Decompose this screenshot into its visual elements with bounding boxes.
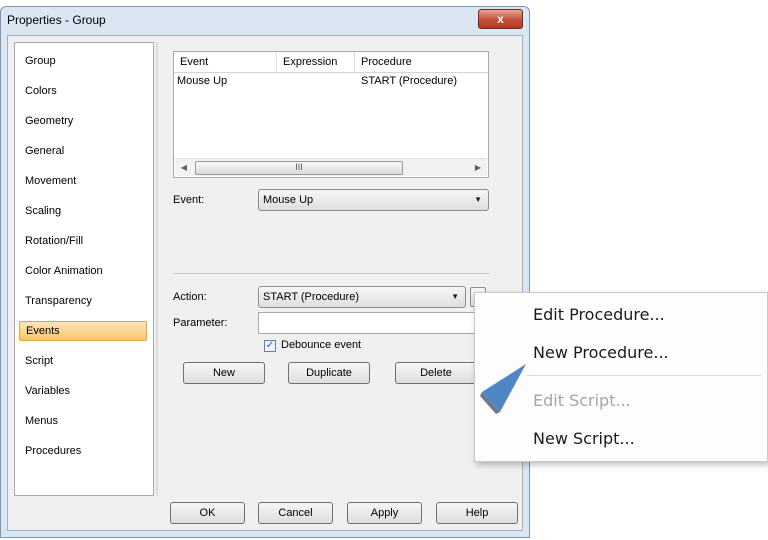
nav-item-script[interactable]: Script [19,351,147,371]
events-table-header: Event Expression Procedure [174,52,488,73]
category-list: Group Colors Geometry General Movement S… [14,42,154,496]
event-dropdown-value: Mouse Up [263,194,314,206]
menu-item-new-script[interactable]: New Script... [533,429,635,448]
section-divider [173,273,489,274]
new-button[interactable]: New [183,362,265,384]
ok-button[interactable]: OK [170,502,245,524]
nav-item-menus[interactable]: Menus [19,411,147,431]
menu-item-edit-script: Edit Script... [533,391,631,410]
column-header-event[interactable]: Event [174,52,277,72]
close-icon: x [497,12,504,26]
chevron-left-icon[interactable]: ◀ [177,159,191,176]
nav-item-procedures[interactable]: Procedures [19,441,147,461]
duplicate-button[interactable]: Duplicate [288,362,370,384]
close-button[interactable]: x [478,9,523,29]
panel-splitter[interactable] [156,42,158,496]
properties-dialog: Properties - Group x Group Colors Geomet… [0,6,530,538]
parameter-label: Parameter: [173,317,228,329]
cancel-button[interactable]: Cancel [258,502,333,524]
nav-item-group[interactable]: Group [19,51,147,71]
action-dropdown-value: START (Procedure) [263,291,359,303]
chevron-right-icon[interactable]: ▶ [471,159,485,176]
nav-item-events[interactable]: Events [19,321,147,341]
chevron-down-icon: ▼ [451,292,459,301]
event-dropdown[interactable]: Mouse Up ▼ [258,189,489,211]
cell-expression [277,72,280,90]
title-bar[interactable]: Properties - Group x [1,7,529,35]
nav-item-geometry[interactable]: Geometry [19,111,147,131]
delete-button[interactable]: Delete [395,362,477,384]
nav-item-movement[interactable]: Movement [19,171,147,191]
dialog-body: Group Colors Geometry General Movement S… [7,35,523,531]
debounce-label: Debounce event [281,339,362,351]
parameter-input[interactable] [258,312,489,334]
help-button[interactable]: Help [436,502,518,524]
nav-item-transparency[interactable]: Transparency [19,291,147,311]
action-dropdown[interactable]: START (Procedure) ▼ [258,286,466,308]
nav-item-general[interactable]: General [19,141,147,161]
nav-item-scaling[interactable]: Scaling [19,201,147,221]
column-header-expression[interactable]: Expression [277,52,355,72]
chevron-down-icon: ▼ [474,195,482,204]
cell-procedure: START (Procedure) [361,75,457,87]
scrollbar-thumb[interactable]: III [195,161,403,175]
nav-item-rotation-fill[interactable]: Rotation/Fill [19,231,147,251]
pointer-arrow-icon [480,364,526,414]
menu-separator [527,375,761,376]
nav-item-colors[interactable]: Colors [19,81,147,101]
dialog-title: Properties - Group [7,13,106,27]
debounce-checkbox[interactable]: ✓ [264,340,276,352]
column-header-procedure[interactable]: Procedure [355,52,488,72]
horizontal-scrollbar[interactable]: ◀ III ▶ [175,158,487,176]
menu-item-new-procedure[interactable]: New Procedure... [533,343,669,362]
nav-item-color-animation[interactable]: Color Animation [19,261,147,281]
nav-item-variables[interactable]: Variables [19,381,147,401]
apply-button[interactable]: Apply [347,502,422,524]
event-label: Event: [173,194,205,206]
events-table: Event Expression Procedure Mouse Up STAR… [173,51,489,178]
cell-event: Mouse Up [177,75,228,87]
action-label: Action: [173,291,207,303]
menu-item-edit-procedure[interactable]: Edit Procedure... [533,305,665,324]
